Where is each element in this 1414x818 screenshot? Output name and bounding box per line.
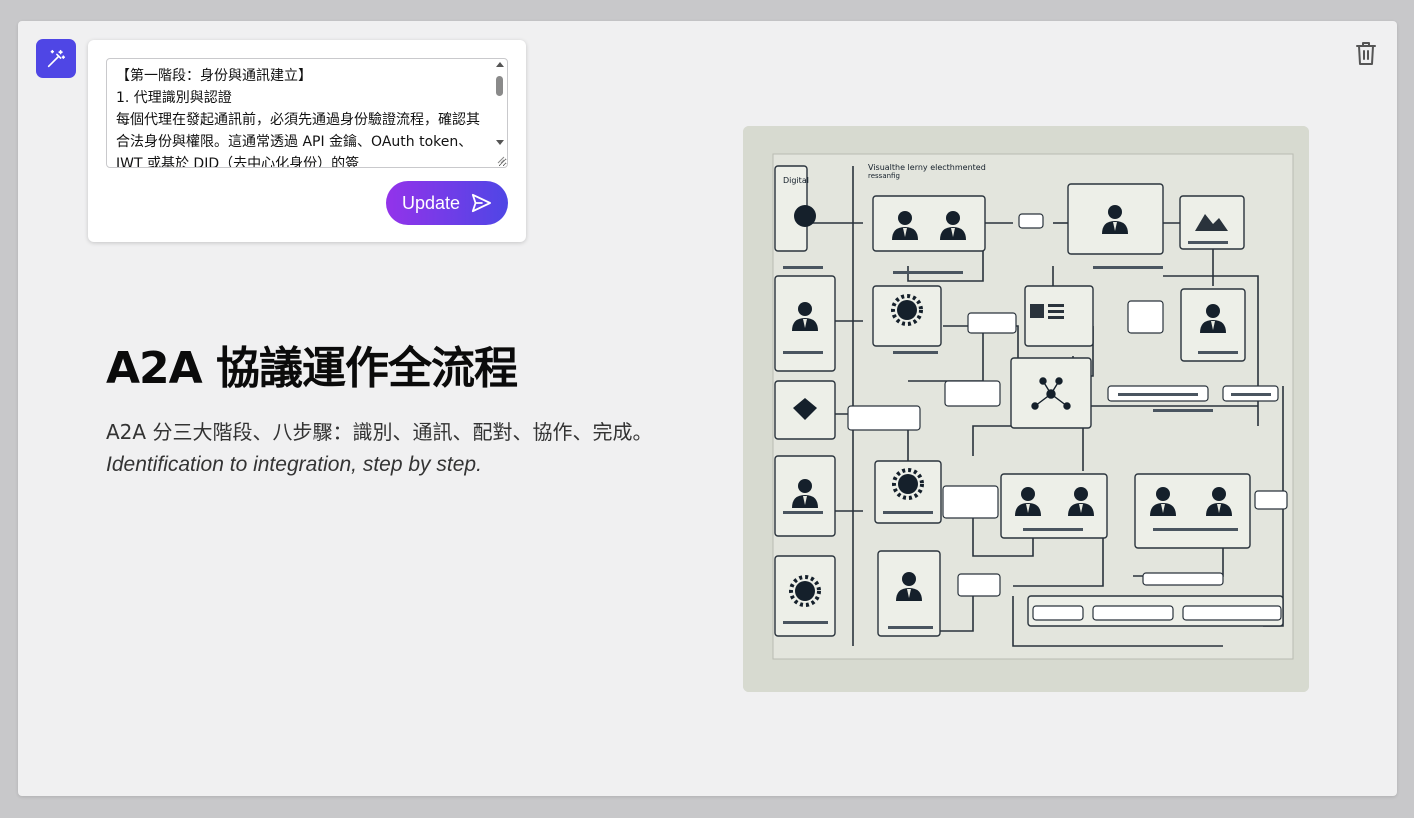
subtitle-english: Identification to integration, step by s… xyxy=(106,453,482,476)
illustration-label-top: Visualthe lerny electhmented xyxy=(868,163,986,172)
flow-diagram-graphic: Digital Visualthe lerny electhmented res… xyxy=(743,126,1309,692)
magic-wand-button[interactable] xyxy=(36,39,76,78)
update-button-label: Update xyxy=(401,192,461,213)
illustration-label-digital: Digital xyxy=(783,176,809,185)
trash-icon xyxy=(1356,42,1376,65)
textarea-scrollbar[interactable] xyxy=(493,60,506,166)
scroll-up-arrow-icon[interactable] xyxy=(496,62,504,67)
magic-wand-icon xyxy=(47,49,66,67)
send-icon xyxy=(471,193,492,213)
scroll-down-arrow-icon[interactable] xyxy=(496,140,504,145)
update-button[interactable]: Update xyxy=(386,181,508,225)
slide-subtitle: A2A 分三大階段、八步驟：識別、通訊、配對、協作、完成。 Identificat… xyxy=(106,416,676,481)
subtitle-chinese: A2A 分三大階段、八步驟：識別、通訊、配對、協作、完成。 xyxy=(106,420,653,444)
resize-grip-icon[interactable] xyxy=(495,154,505,164)
prompt-editor-card: Update xyxy=(88,40,526,242)
scroll-thumb[interactable] xyxy=(496,76,503,96)
illustration-label-top-2: ressanfig xyxy=(868,172,900,180)
prompt-textarea[interactable] xyxy=(106,58,508,168)
slide-title: A2A 協議運作全流程 xyxy=(106,343,518,394)
a2a-flow-illustration: Digital Visualthe lerny electhmented res… xyxy=(743,126,1309,692)
delete-button[interactable] xyxy=(1352,38,1380,68)
